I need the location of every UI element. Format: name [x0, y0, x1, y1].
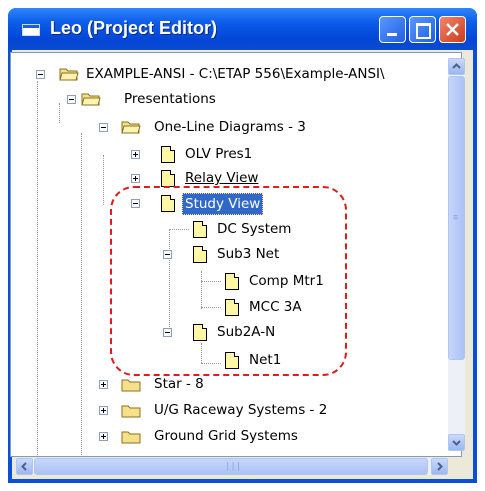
tree-item-root[interactable]: EXAMPLE-ANSI - C:\ETAP 556\Example-ANSI\: [0, 64, 440, 86]
title-bar[interactable]: Leo (Project Editor): [8, 8, 477, 50]
tree-item-label: U/G Raceway Systems - 2: [154, 402, 328, 418]
document-icon: [161, 195, 175, 212]
horizontal-scroll-thumb[interactable]: |||: [34, 458, 428, 475]
tree-item-label: DC System: [217, 221, 292, 237]
tree-item-label: Sub2A-N: [217, 324, 276, 340]
collapse-toggle[interactable]: [36, 70, 45, 79]
document-icon: [193, 324, 207, 341]
expand-toggle[interactable]: [131, 174, 140, 183]
tree-item-label: OLV Pres1: [185, 146, 253, 162]
document-icon: [193, 221, 207, 238]
tree-item-label: EXAMPLE-ANSI - C:\ETAP 556\Example-ANSI\: [86, 66, 385, 82]
collapse-toggle[interactable]: [131, 199, 140, 208]
open-folder-icon: [81, 93, 101, 106]
tree-item-label: Presentations: [124, 91, 216, 107]
close-button[interactable]: [439, 16, 466, 43]
scroll-right-button[interactable]: [431, 458, 448, 475]
document-icon: [193, 246, 207, 263]
tree-line: [59, 103, 60, 123]
tree-line: [169, 229, 170, 331]
tree-item-label-selected: Study View: [182, 193, 264, 215]
scroll-down-button[interactable]: [448, 434, 465, 451]
tree-item-label: One-Line Diagrams - 3: [154, 119, 306, 135]
tree-line: [201, 307, 221, 308]
tree-line: [201, 281, 221, 282]
folder-icon: [121, 431, 141, 444]
expand-toggle[interactable]: [99, 406, 108, 415]
chevron-up-icon: [452, 63, 461, 69]
folder-icon: [121, 379, 141, 392]
grip-icon: |||: [225, 462, 242, 472]
collapse-toggle[interactable]: [67, 95, 76, 104]
scrollbar-corner: [448, 458, 465, 475]
open-folder-icon: [121, 121, 141, 134]
maximize-button[interactable]: [409, 16, 436, 43]
horizontal-scrollbar[interactable]: |||: [16, 458, 448, 475]
tree-item-label: Sub3 Net: [217, 246, 280, 262]
document-icon: [225, 273, 239, 290]
close-icon: [446, 23, 459, 36]
window-icon: [22, 24, 40, 36]
tree-line: [103, 155, 104, 205]
collapse-toggle[interactable]: [99, 123, 108, 132]
vertical-scroll-thumb[interactable]: ≡: [448, 76, 465, 360]
tree-item-label: Ground Grid Systems: [154, 428, 298, 444]
tree-line: [201, 363, 221, 364]
tree-item-label: Star - 8: [154, 376, 204, 392]
collapse-toggle[interactable]: [163, 250, 172, 259]
chevron-down-icon: [452, 440, 461, 446]
tree-line: [201, 271, 202, 309]
tree-item-label: Net1: [249, 352, 282, 368]
tree-line: [201, 343, 202, 363]
tree-item-label: Relay View: [185, 170, 259, 186]
collapse-toggle[interactable]: [163, 328, 172, 337]
scroll-up-button[interactable]: [448, 58, 465, 75]
expand-toggle[interactable]: [131, 150, 140, 159]
window-title: Leo (Project Editor): [50, 18, 218, 38]
tree-item-label: MCC 3A: [249, 299, 302, 315]
expand-toggle[interactable]: [99, 432, 108, 441]
vertical-scrollbar[interactable]: ≡: [448, 58, 465, 451]
minimize-button[interactable]: [379, 16, 406, 43]
open-folder-icon: [59, 68, 79, 81]
tree-line: [81, 133, 82, 456]
scroll-left-button[interactable]: [16, 458, 33, 475]
grip-icon: ≡: [453, 213, 459, 223]
tree-line: [37, 81, 38, 456]
tree-line: [169, 229, 189, 230]
tree-item-label: Comp Mtr1: [249, 273, 324, 289]
document-icon: [161, 146, 175, 163]
chevron-right-icon: [437, 462, 443, 471]
document-icon: [225, 299, 239, 316]
chevron-left-icon: [21, 462, 27, 471]
expand-toggle[interactable]: [99, 380, 108, 389]
document-icon: [161, 170, 175, 187]
document-icon: [225, 352, 239, 369]
folder-icon: [121, 405, 141, 418]
